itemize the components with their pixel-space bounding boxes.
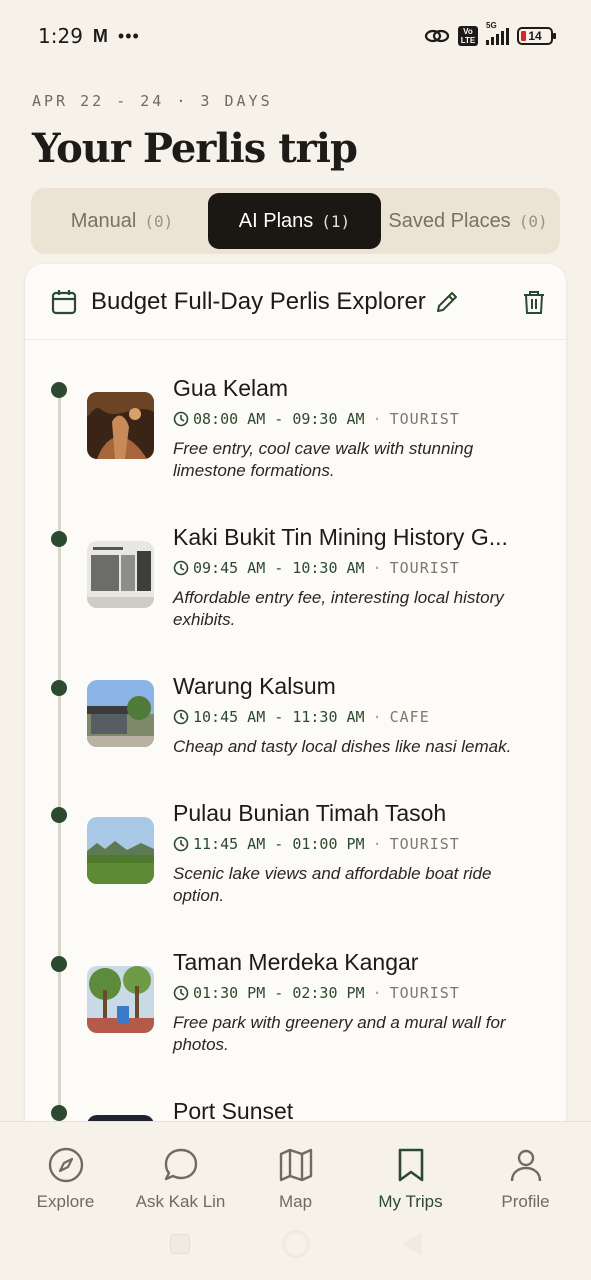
stop-category: TOURIST — [389, 410, 460, 428]
person-icon — [510, 1149, 541, 1182]
park-photo-icon — [87, 966, 154, 1033]
timeline-dot — [51, 807, 67, 823]
chat-icon — [164, 1148, 197, 1181]
cave-photo-icon — [87, 392, 154, 459]
nav-label: Map — [278, 1192, 313, 1211]
map-icon — [279, 1148, 312, 1182]
clock-icon — [173, 709, 189, 725]
network-type: 5G — [486, 21, 497, 30]
timeline-dot — [51, 382, 67, 398]
plan-title: Budget Full-Day Perlis Explorer — [91, 287, 426, 315]
battery-level: 14 — [528, 29, 542, 43]
stop-name: Taman Merdeka Kangar — [173, 949, 419, 975]
restaurant-photo-icon — [87, 680, 154, 747]
stop-category: TOURIST — [389, 835, 460, 853]
trip-dates: APR 22 - 24 · 3 DAYS — [32, 92, 273, 110]
stop-name: Pulau Bunian Timah Tasoh — [173, 800, 447, 826]
timeline-dot — [51, 531, 67, 547]
system-navigation — [0, 1230, 591, 1258]
status-time: 1:29 — [38, 24, 83, 48]
tab-count: (0) — [144, 211, 174, 231]
nav-map[interactable]: Map — [238, 1122, 353, 1222]
tab-manual[interactable]: Manual (0) — [36, 193, 208, 249]
meta-separator: · — [372, 984, 382, 1002]
stop-time: 09:45 AM - 10:30 AM — [193, 559, 365, 577]
stop-description: Scenic lake views and affordable boat ri… — [173, 864, 492, 905]
tab-label: Saved Places — [388, 209, 511, 232]
tab-label: Manual — [70, 209, 137, 232]
link-icon — [424, 29, 450, 43]
stop-category: TOURIST — [389, 984, 460, 1002]
nav-label: Profile — [501, 1192, 550, 1211]
stop-name: Gua Kelam — [173, 375, 289, 401]
timeline-dot — [51, 956, 67, 972]
status-right: Vo LTE 5G 14 — [424, 21, 556, 46]
tab-label: AI Plans — [238, 209, 314, 232]
stop-name: Warung Kalsum — [173, 673, 336, 699]
plan-header: Budget Full-Day Perlis Explorer — [25, 264, 566, 340]
plan-tabs: Manual (0) AI Plans (1) Saved Places (0) — [31, 188, 560, 254]
trash-icon[interactable] — [522, 289, 546, 315]
stop-meta: 08:00 AM - 09:30 AM · TOURIST — [173, 410, 460, 428]
stop-meta: 01:30 PM - 02:30 PM · TOURIST — [173, 984, 460, 1002]
stop-category: CAFE — [389, 708, 430, 726]
tab-ai-plans[interactable]: AI Plans (1) — [208, 193, 381, 249]
clock-icon — [173, 411, 189, 427]
stop-category: TOURIST — [389, 559, 460, 577]
tab-count: (0) — [518, 211, 548, 231]
stop-time: 10:45 AM - 11:30 AM — [193, 708, 365, 726]
nav-profile[interactable]: Profile — [468, 1122, 583, 1222]
nav-label: My Trips — [378, 1192, 443, 1211]
battery-icon: 14 — [517, 27, 556, 45]
status-bar: 1:29 M ••• Vo LTE 5G 14 — [0, 0, 591, 72]
nav-label: Ask Kak Lin — [135, 1192, 226, 1211]
recents-button[interactable] — [169, 1234, 190, 1254]
gmail-icon: M — [92, 25, 108, 46]
back-button[interactable] — [401, 1232, 422, 1256]
bottom-nav: Explore Ask Kak Lin Map My Trips Profile — [0, 1121, 591, 1280]
meta-separator: · — [372, 708, 382, 726]
compass-icon — [48, 1147, 83, 1183]
stop-time: 08:00 AM - 09:30 AM — [193, 410, 365, 428]
timeline-dot — [51, 1105, 67, 1121]
stop-description: Free park with greenery and a mural wall… — [173, 1013, 506, 1054]
more-notifications-icon: ••• — [117, 25, 140, 46]
meta-separator: · — [372, 410, 382, 428]
gallery-photo-icon — [87, 541, 154, 608]
timeline-line — [58, 394, 61, 1134]
edit-pencil-icon[interactable] — [434, 289, 460, 315]
plan-card: Budget Full-Day Perlis Explorer Gua Kela… — [25, 264, 566, 1134]
stop-meta: 10:45 AM - 11:30 AM · CAFE — [173, 708, 430, 726]
nav-ask-kak-lin[interactable]: Ask Kak Lin — [123, 1122, 238, 1222]
stop-time: 01:30 PM - 02:30 PM — [193, 984, 365, 1002]
page-title: Your Perlis trip — [32, 125, 358, 172]
home-button[interactable] — [281, 1230, 310, 1258]
stop-description: Affordable entry fee, interesting local … — [173, 588, 504, 629]
status-left: 1:29 M ••• — [38, 24, 140, 48]
meta-separator: · — [372, 559, 382, 577]
clock-icon — [173, 560, 189, 576]
nav-my-trips[interactable]: My Trips — [353, 1122, 468, 1222]
stop-name: Kaki Bukit Tin Mining History G... — [173, 524, 508, 550]
clock-icon — [173, 836, 189, 852]
timeline-dot — [51, 680, 67, 696]
nav-label: Explore — [36, 1192, 95, 1211]
tab-count: (1) — [321, 211, 351, 231]
volte-icon: Vo LTE — [458, 26, 478, 46]
nav-explore[interactable]: Explore — [8, 1122, 123, 1222]
stop-meta: 11:45 AM - 01:00 PM · TOURIST — [173, 835, 460, 853]
stop-description: Cheap and tasty local dishes like nasi l… — [173, 737, 512, 756]
calendar-icon — [51, 289, 77, 314]
tab-saved-places[interactable]: Saved Places (0) — [381, 193, 555, 249]
signal-icon: 5G — [486, 21, 509, 45]
stop-time: 11:45 AM - 01:00 PM — [193, 835, 365, 853]
lake-photo-icon — [87, 817, 154, 884]
stop-description: Free entry, cool cave walk with stunning… — [173, 439, 474, 480]
bookmark-icon — [398, 1148, 423, 1182]
clock-icon — [173, 985, 189, 1001]
meta-separator: · — [372, 835, 382, 853]
stop-meta: 09:45 AM - 10:30 AM · TOURIST — [173, 559, 460, 577]
